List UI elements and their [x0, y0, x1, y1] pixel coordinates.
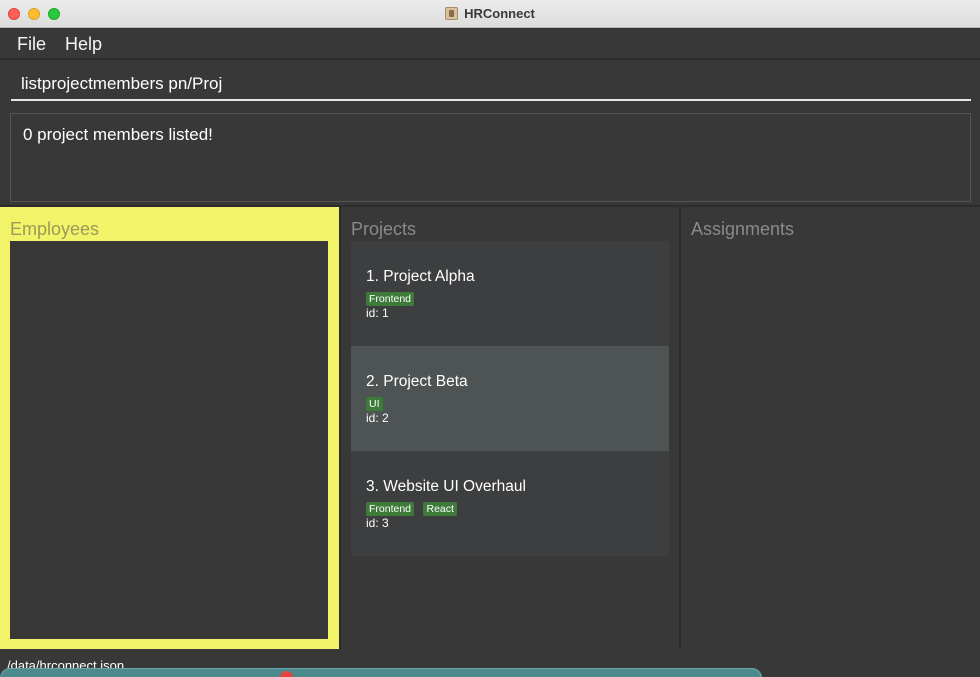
macos-dock: [0, 668, 762, 677]
project-name: 3. Website UI Overhaul: [366, 478, 526, 495]
project-tag: Frontend: [366, 292, 415, 306]
project-name: 2. Project Beta: [366, 373, 468, 390]
result-display: 0 project members listed!: [10, 113, 971, 202]
menu-file[interactable]: File: [17, 34, 46, 55]
project-card[interactable]: 2. Project Beta UI id: 2: [351, 346, 669, 451]
project-tag: React: [423, 502, 457, 516]
employees-panel-title: Employees: [10, 219, 100, 239]
result-message: 0 project members listed!: [23, 125, 213, 144]
window-title: HRConnect: [464, 6, 535, 21]
project-card[interactable]: 3. Website UI Overhaul Frontend React id…: [351, 451, 669, 556]
project-id: id: 2: [366, 411, 389, 425]
project-id: id: 3: [366, 516, 389, 530]
project-card[interactable]: 1. Project Alpha Frontend id: 1: [351, 241, 669, 346]
result-display-area: 0 project members listed!: [0, 108, 980, 206]
employees-panel: Employees: [0, 207, 339, 649]
project-list: 1. Project Alpha Frontend id: 1 2. Proje…: [351, 241, 669, 556]
assignments-panel: Assignments: [679, 207, 980, 649]
menu-bar: File Help: [0, 29, 980, 59]
project-tag: UI: [366, 397, 383, 411]
projects-panel-title: Projects: [351, 219, 417, 239]
project-name: 1. Project Alpha: [366, 268, 475, 285]
command-input[interactable]: [11, 68, 971, 101]
project-tags: Frontend React: [366, 499, 669, 516]
project-tags: Frontend: [366, 289, 669, 306]
employee-list[interactable]: [10, 241, 328, 639]
assignments-panel-title: Assignments: [691, 219, 795, 239]
dock-notification-badge: [280, 671, 293, 677]
app-icon: [445, 7, 459, 20]
projects-panel: Projects 1. Project Alpha Frontend id: 1…: [340, 207, 679, 649]
window-title-group: HRConnect: [0, 6, 980, 21]
project-id: id: 1: [366, 306, 389, 320]
title-bar: HRConnect: [0, 0, 980, 28]
project-tag: Frontend: [366, 502, 415, 516]
project-tags: UI: [366, 394, 669, 411]
command-box-area: [0, 60, 980, 108]
menu-help[interactable]: Help: [65, 34, 102, 55]
